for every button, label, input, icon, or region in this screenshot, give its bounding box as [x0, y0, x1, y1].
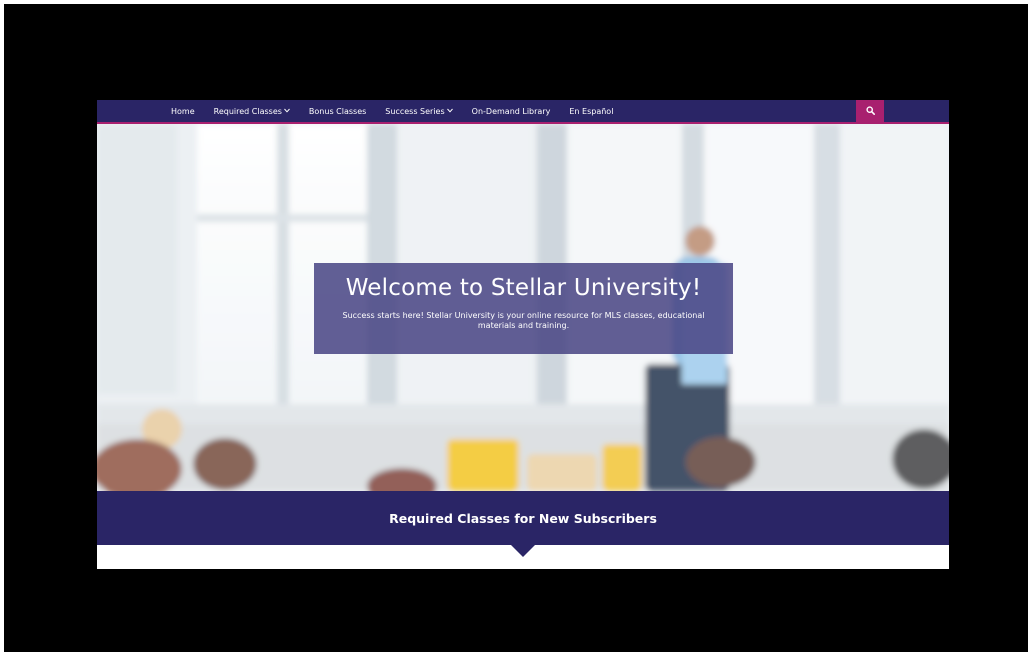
- section-header-band: Required Classes for New Subscribers: [97, 491, 949, 545]
- nav-item-label: Required Classes: [213, 106, 282, 116]
- search-button[interactable]: [856, 100, 884, 122]
- nav-menu: Home Required Classes Bonus Classes Succ…: [171, 100, 613, 122]
- nav-item-on-demand-library[interactable]: On-Demand Library: [472, 107, 551, 116]
- welcome-overlay-box: Welcome to Stellar University! Success s…: [314, 263, 733, 354]
- down-arrow-indicator: [511, 545, 535, 557]
- nav-item-label: En Español: [569, 106, 614, 116]
- nav-item-bonus-classes[interactable]: Bonus Classes: [309, 107, 366, 116]
- chevron-down-icon: [284, 108, 290, 115]
- nav-item-label: Home: [171, 106, 195, 116]
- website-viewport: Home Required Classes Bonus Classes Succ…: [97, 100, 949, 569]
- welcome-subtitle: Success starts here! Stellar University …: [342, 311, 705, 330]
- section-title: Required Classes for New Subscribers: [389, 510, 657, 526]
- nav-item-required-classes[interactable]: Required Classes: [214, 107, 290, 116]
- nav-item-home[interactable]: Home: [171, 107, 195, 116]
- welcome-title: Welcome to Stellar University!: [345, 275, 702, 301]
- nav-item-en-espanol[interactable]: En Español: [569, 107, 613, 116]
- nav-item-label: On-Demand Library: [471, 106, 551, 116]
- main-navbar: Home Required Classes Bonus Classes Succ…: [97, 100, 949, 124]
- nav-item-success-series[interactable]: Success Series: [385, 106, 453, 116]
- search-icon: [865, 102, 875, 120]
- nav-item-label: Bonus Classes: [308, 106, 367, 116]
- screenshot-frame: Home Required Classes Bonus Classes Succ…: [0, 0, 1031, 655]
- hero-banner: Welcome to Stellar University! Success s…: [97, 124, 949, 491]
- chevron-down-icon: [446, 108, 453, 115]
- nav-item-label: Success Series: [385, 106, 445, 116]
